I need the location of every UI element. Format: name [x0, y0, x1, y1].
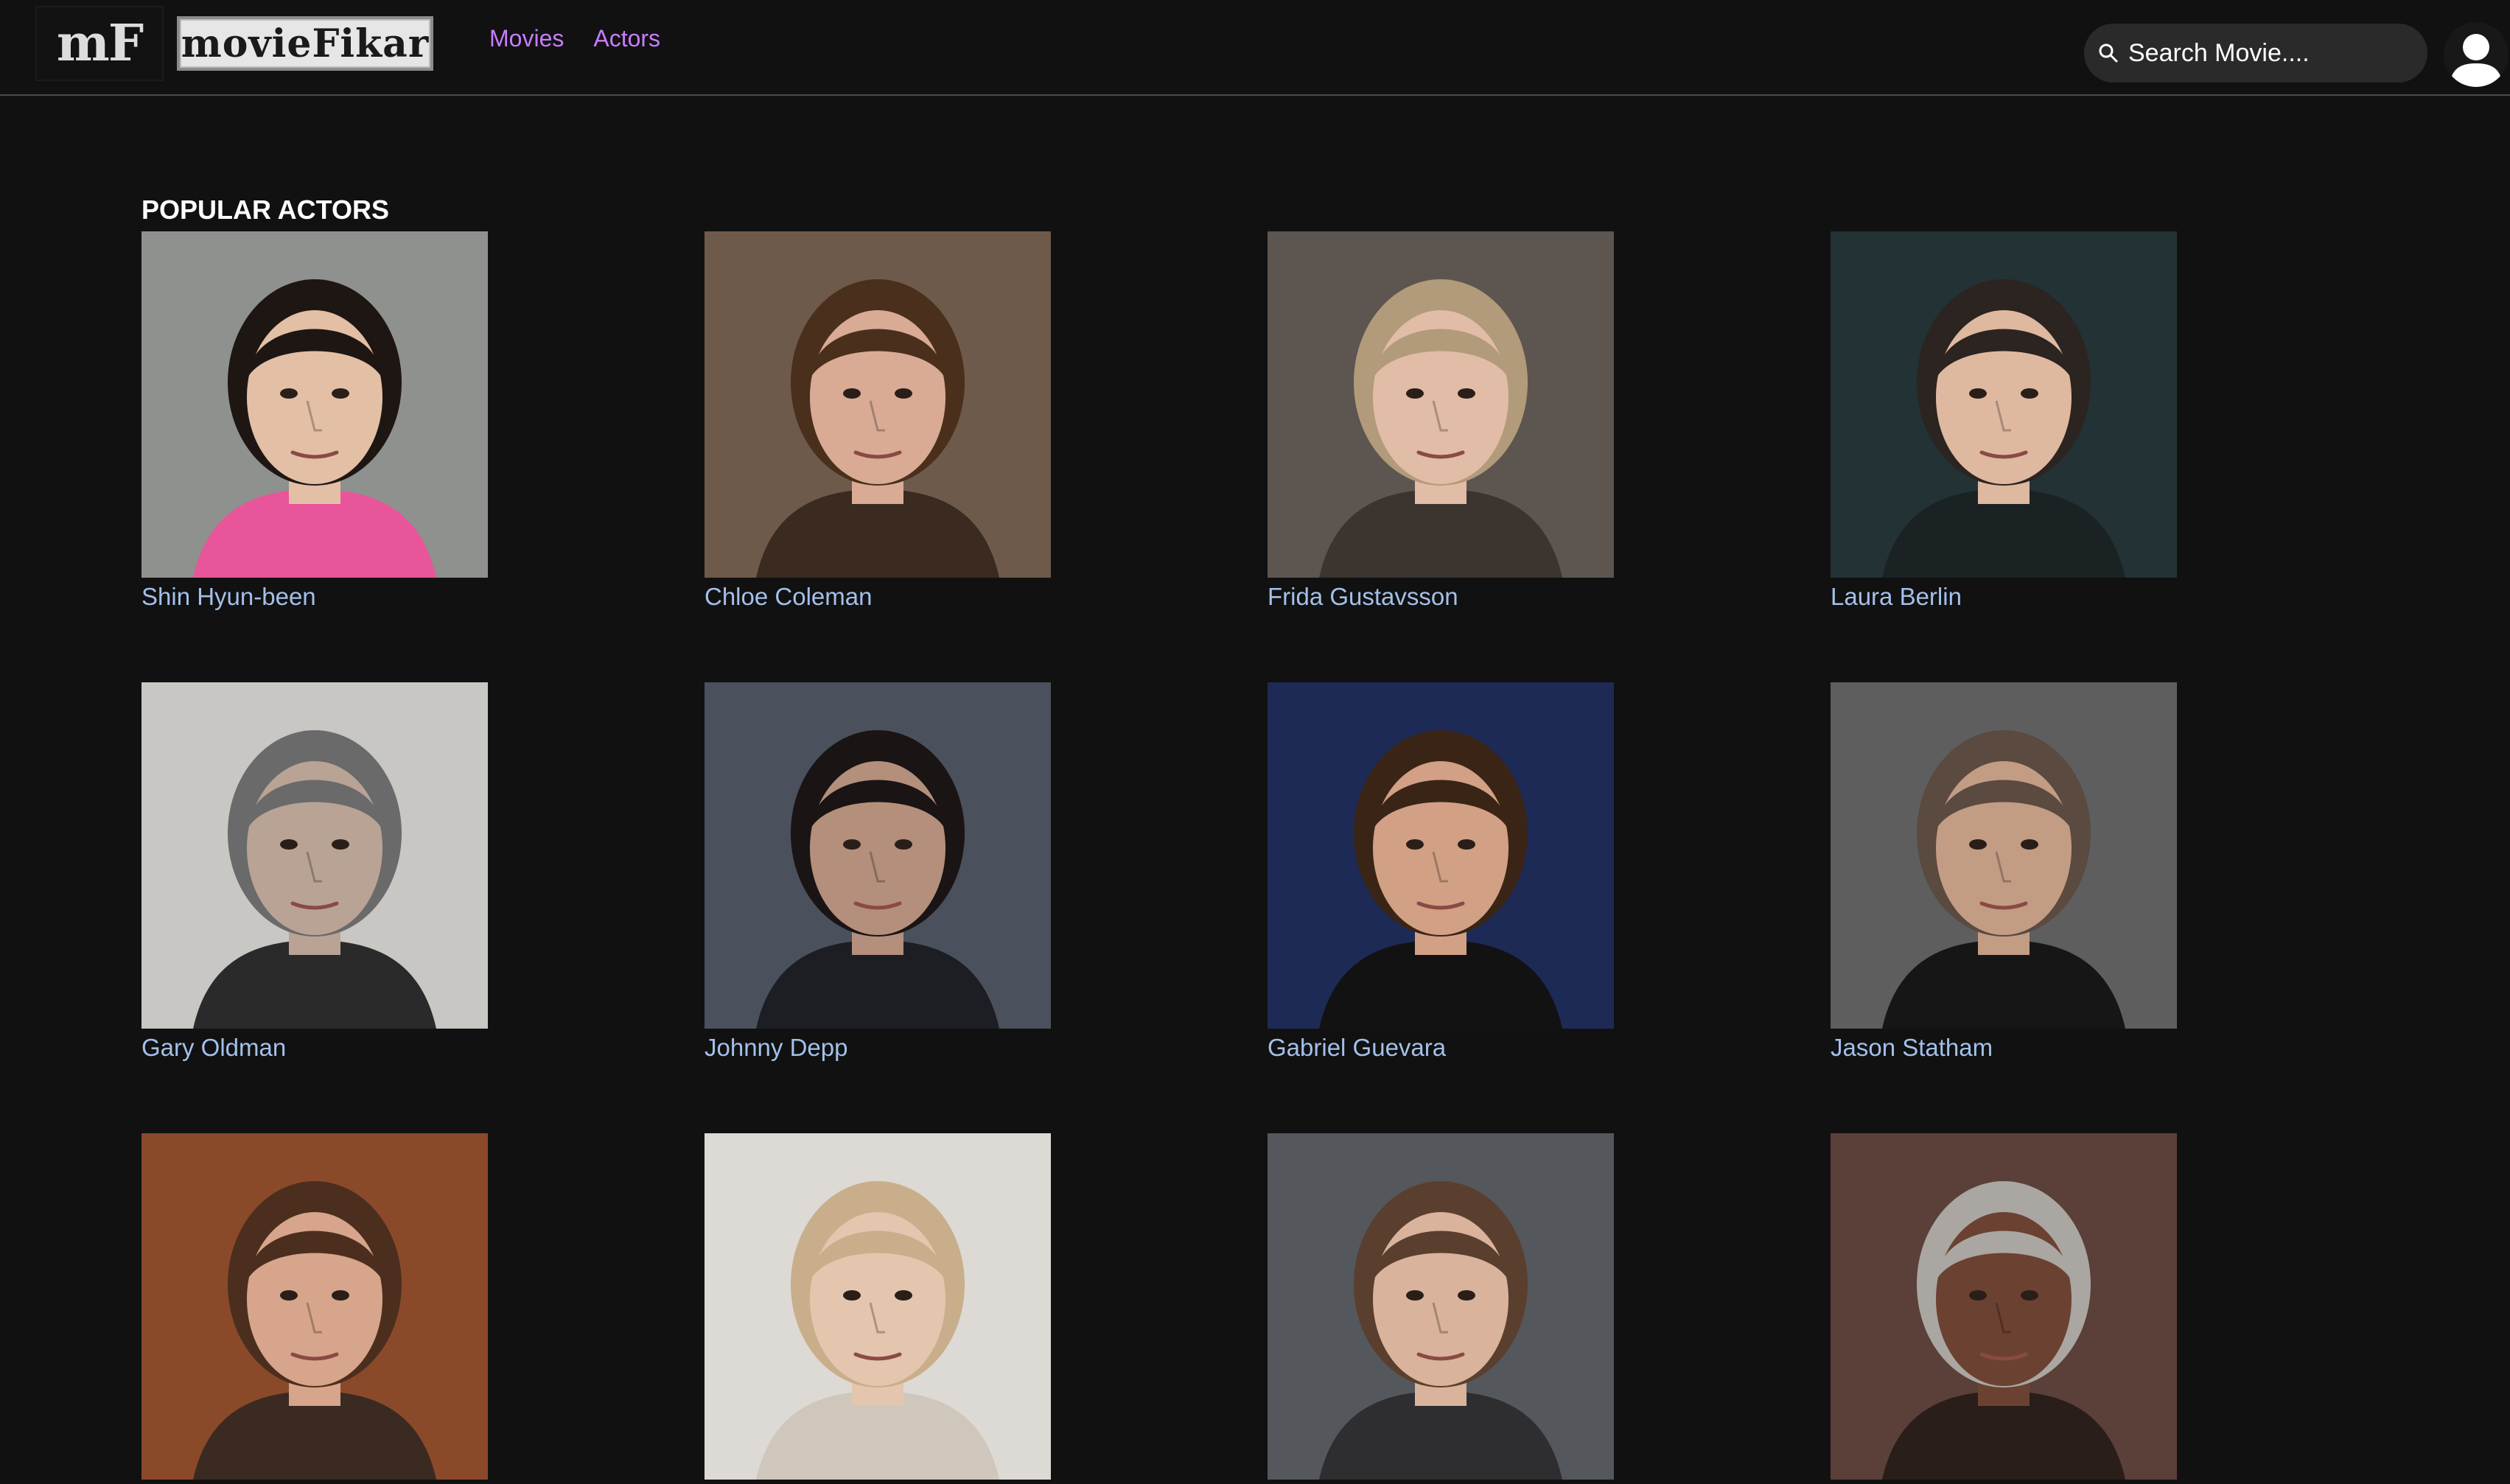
top-navbar: mF movieFikar Movies Actors [0, 0, 2510, 96]
search-input[interactable] [2127, 38, 2422, 69]
portrait-image [1268, 1133, 1614, 1480]
actor-photo[interactable] [705, 1133, 1051, 1480]
search-icon [2099, 43, 2118, 63]
actor-card[interactable]: Frida Gustavsson [1268, 231, 1614, 612]
search-bar[interactable] [2084, 24, 2427, 83]
actor-photo[interactable] [141, 682, 488, 1029]
actor-card[interactable]: Shin Hyun-been [141, 231, 488, 612]
portrait-image [1831, 682, 2177, 1029]
actor-card[interactable] [705, 1133, 1051, 1484]
portrait-image [705, 682, 1051, 1029]
actor-photo[interactable] [1268, 682, 1614, 1029]
actor-photo[interactable] [1831, 1133, 2177, 1480]
actor-card[interactable] [141, 1133, 488, 1484]
actor-photo[interactable] [705, 231, 1051, 578]
actor-name-link[interactable]: Johnny Depp [705, 1033, 1051, 1063]
actor-name-link[interactable]: Laura Berlin [1831, 582, 2177, 612]
actor-photo[interactable] [1831, 682, 2177, 1029]
actor-card[interactable]: Chloe Coleman [705, 231, 1051, 612]
nav-link-movies[interactable]: Movies [489, 25, 564, 52]
main-nav: Movies Actors [489, 25, 660, 52]
portrait-image [1831, 231, 2177, 578]
portrait-image [705, 1133, 1051, 1480]
actor-photo[interactable] [705, 682, 1051, 1029]
actor-photo[interactable] [141, 231, 488, 578]
actor-photo[interactable] [1268, 1133, 1614, 1480]
actor-name-link[interactable]: Gabriel Guevara [1268, 1033, 1614, 1063]
logo-wordmark[interactable]: movieFikar [177, 16, 433, 71]
actor-name-link[interactable]: Gary Oldman [141, 1033, 488, 1063]
portrait-image [141, 1133, 488, 1480]
actors-grid: Shin Hyun-been Chloe Coleman Frida Gustavs… [141, 231, 2177, 1484]
portrait-image [141, 231, 488, 578]
actor-card[interactable]: Gabriel Guevara [1268, 682, 1614, 1063]
actor-name-link[interactable]: Frida Gustavsson [1268, 582, 1614, 612]
actor-card[interactable] [1268, 1133, 1614, 1484]
portrait-image [1268, 231, 1614, 578]
actor-card[interactable]: Laura Berlin [1831, 231, 2177, 612]
actor-card[interactable]: Gary Oldman [141, 682, 488, 1063]
user-avatar-button[interactable] [2444, 22, 2509, 87]
actor-name-link[interactable]: Jason Statham [1831, 1033, 2177, 1063]
actor-photo[interactable] [1831, 231, 2177, 578]
portrait-image [705, 231, 1051, 578]
actor-name-link[interactable]: Chloe Coleman [705, 582, 1051, 612]
actor-photo[interactable] [141, 1133, 488, 1480]
portrait-image [141, 682, 488, 1029]
nav-link-actors[interactable]: Actors [593, 25, 660, 52]
section-title: POPULAR ACTORS [141, 195, 390, 225]
actor-photo[interactable] [1268, 231, 1614, 578]
portrait-image [1831, 1133, 2177, 1480]
actor-card[interactable]: Jason Statham [1831, 682, 2177, 1063]
actor-name-link[interactable]: Shin Hyun-been [141, 582, 488, 612]
user-icon [2450, 34, 2503, 87]
portrait-image [1268, 682, 1614, 1029]
actor-card[interactable]: Johnny Depp [705, 682, 1051, 1063]
actor-card[interactable] [1831, 1133, 2177, 1484]
logo-mark[interactable]: mF [35, 6, 164, 81]
